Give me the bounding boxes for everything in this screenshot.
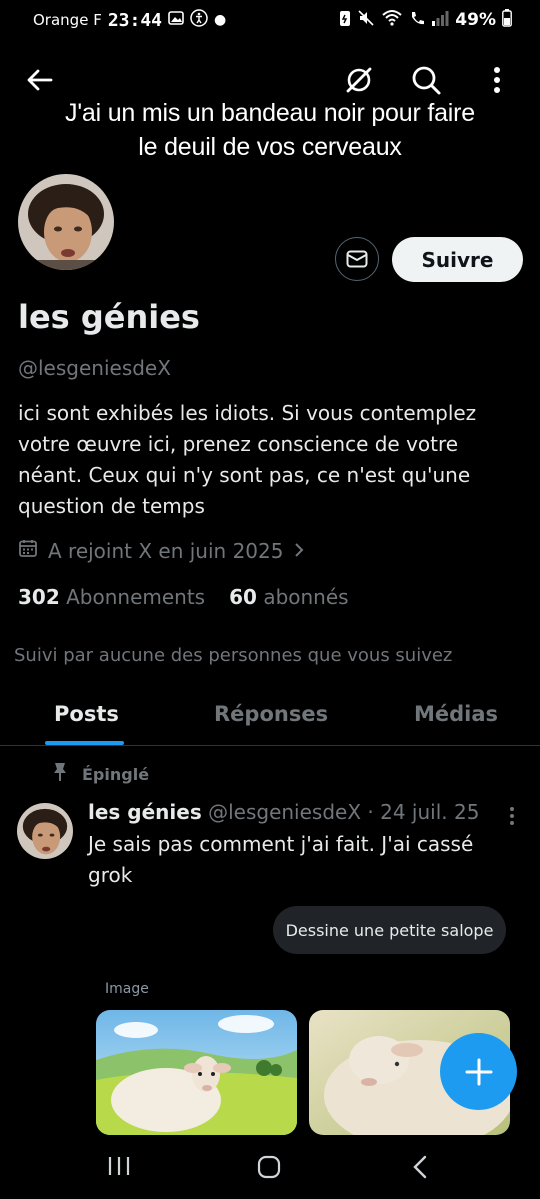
tab-replies[interactable]: Réponses <box>214 702 328 726</box>
search-icon[interactable] <box>406 60 446 100</box>
accessibility-icon <box>190 9 208 31</box>
home-icon[interactable] <box>257 1155 281 1183</box>
pinned-indicator: Épinglé <box>52 762 149 786</box>
wifi-icon <box>381 9 403 31</box>
image-label: Image <box>105 981 149 997</box>
plus-icon <box>465 1058 492 1085</box>
post-author-name[interactable]: les génies <box>88 800 202 824</box>
back-arrow-icon[interactable] <box>20 60 60 100</box>
banner-line-2: le deuil de vos cerveaux <box>138 133 402 161</box>
followers-count: 60 <box>229 585 257 609</box>
tab-posts[interactable]: Posts <box>54 702 119 726</box>
following-label: Abonnements <box>66 585 206 609</box>
followers-link[interactable]: 60 abonnés <box>229 585 348 609</box>
following-count: 302 <box>18 585 60 609</box>
post-author-avatar[interactable] <box>17 803 73 859</box>
calendar-icon <box>18 538 38 563</box>
envelope-icon <box>346 250 368 268</box>
status-bar: Orange F 23:44 ● 49% <box>0 0 540 40</box>
post-text: Je sais pas comment j'ai fait. J'ai cass… <box>88 832 474 887</box>
tab-media[interactable]: Médias <box>414 702 498 726</box>
reply-tooltip[interactable]: Dessine une petite salope <box>273 906 506 954</box>
clock: 23:44 <box>107 9 163 31</box>
post-image-sheep-field[interactable] <box>96 1010 297 1135</box>
battery-icon <box>502 9 512 31</box>
follow-button[interactable]: Suivre <box>392 237 523 282</box>
followed-by-text: Suivi par aucune des personnes que vous … <box>14 645 453 666</box>
profile-bio: ici sont exhibés les idiots. Si vous con… <box>18 401 477 518</box>
join-date-label: A rejoint X en juin 2025 <box>48 538 284 563</box>
back-nav-icon[interactable] <box>410 1155 430 1183</box>
banner-line-1: J'ai un mis un bandeau noir pour faire <box>65 99 475 127</box>
gallery-icon <box>168 10 184 30</box>
mute-icon <box>357 9 375 31</box>
dot-icon: ● <box>214 12 227 28</box>
compose-post-button[interactable] <box>440 1033 517 1110</box>
battery-saver-icon <box>339 9 351 31</box>
message-button[interactable] <box>335 237 379 281</box>
profile-name: les génies <box>18 298 200 336</box>
pinned-label: Épinglé <box>82 764 150 784</box>
grok-icon[interactable] <box>339 60 379 100</box>
recent-apps-icon[interactable] <box>107 1155 131 1181</box>
chevron-right-icon <box>293 539 305 563</box>
profile-avatar[interactable] <box>18 174 114 270</box>
tabs-divider <box>0 745 540 746</box>
more-options-icon[interactable] <box>477 60 517 100</box>
battery-percent: 49% <box>455 10 496 30</box>
followers-label: abonnés <box>263 585 349 609</box>
signal-icon <box>431 10 449 30</box>
system-nav-bar <box>0 1135 540 1199</box>
carrier-label: Orange F <box>33 11 102 29</box>
post-more-icon[interactable] <box>500 804 524 828</box>
post-author-meta: @lesgeniesdeX · 24 juil. 25 <box>208 800 480 824</box>
banner-caption: J'ai un mis un bandeau noir pour faire l… <box>0 96 540 164</box>
call-icon <box>409 9 425 31</box>
pin-icon <box>52 762 68 786</box>
following-link[interactable]: 302 Abonnements <box>18 585 205 609</box>
post-header: les génies @lesgeniesdeX · 24 juil. 25 <box>88 800 479 824</box>
profile-stats: 302 Abonnements 60 abonnés <box>18 585 349 609</box>
profile-handle: @lesgeniesdeX <box>18 356 171 380</box>
join-date[interactable]: A rejoint X en juin 2025 <box>18 538 305 563</box>
